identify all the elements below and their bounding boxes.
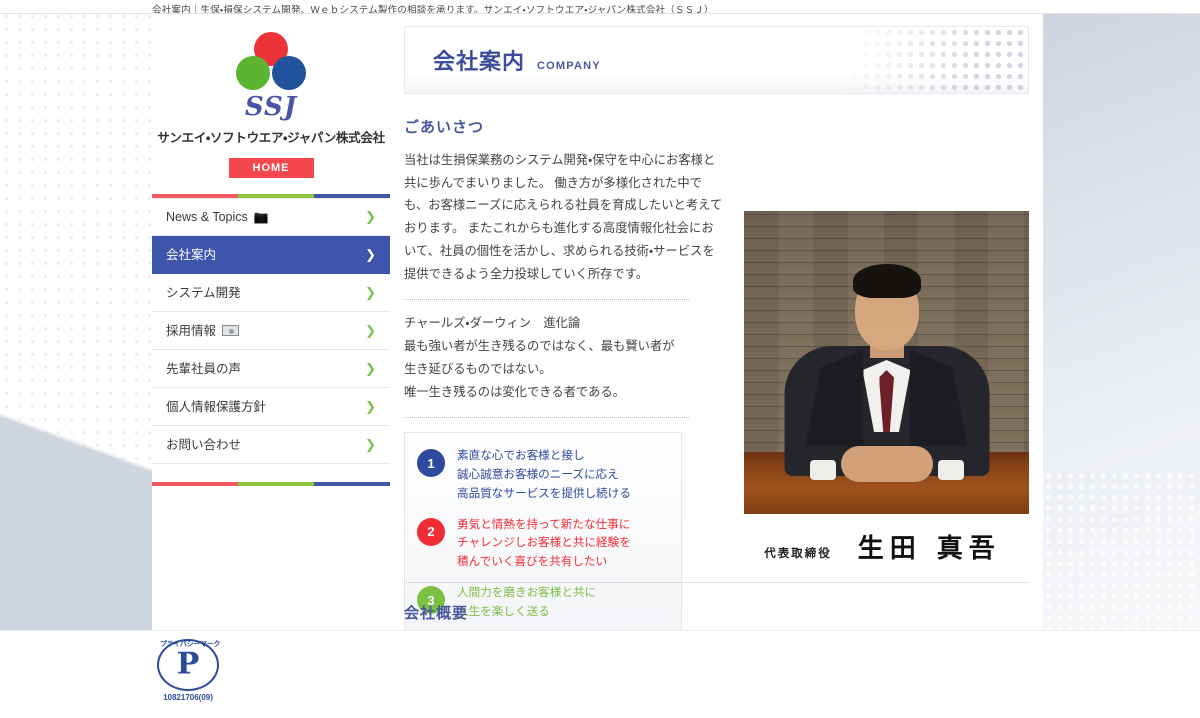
- sidebar-nav: News & Topics 📷 ❯ 会社案内 ❯ システム開発 ❯ 採用情報 ❯…: [152, 198, 390, 464]
- portrait-block: 代表取締役 生田 真吾: [744, 211, 1029, 565]
- creed-line: 素直な心でお客様と接し: [457, 449, 585, 463]
- privacy-mark-icon: プライバシーマーク: [157, 639, 221, 691]
- divider-dotted-top: [404, 299, 689, 301]
- logo-circle-green-icon: [236, 56, 270, 90]
- site-footer: プライバシーマーク 10821706(09) 当社は(財)日本情報処理開発協会か…: [0, 630, 1200, 718]
- sidebar-item-label: お問い合わせ: [166, 437, 242, 452]
- sidebar-item-label: システム開発: [166, 285, 241, 300]
- creed-line: 積んでいく喜びを共有したい: [457, 555, 608, 569]
- sidebar-item-label: 会社案内: [166, 247, 217, 262]
- company-name: サンエイ・ソフトウエア・ジャパン株式会社: [157, 131, 385, 145]
- privacy-mark-top-label: プライバシーマーク: [159, 641, 221, 648]
- creed-line: 誠心誠意お客様のニーズに応え: [457, 468, 619, 482]
- sidebar-item-company[interactable]: 会社案内 ❯: [152, 236, 390, 274]
- browser-title-text: 会社案内｜生保・損保システム開発、Ｗｅｂシステム製作の相談を承ります。サンエイ・…: [152, 5, 714, 14]
- sidebar-item-label: 個人情報保護方針: [166, 399, 267, 414]
- camera-icon: 📷: [253, 210, 269, 224]
- creed-text: 素直な心でお客様と接し 誠心誠意お客様のニーズに応え 高品質なサービスを提供し続…: [457, 447, 631, 503]
- sidebar-item-recruit[interactable]: 採用情報 ❯: [152, 312, 390, 350]
- page-title: 会社案内 COMPANY: [433, 44, 601, 76]
- logo-circles-icon: [234, 32, 308, 98]
- sidebar-item-contact[interactable]: お問い合わせ ❯: [152, 426, 390, 464]
- sidebar-item-label: 先輩社員の声: [166, 361, 242, 376]
- chevron-right-icon: ❯: [365, 398, 376, 414]
- greeting-paragraph: 当社は生損保業務のシステム開発・保守を中心にお客様と共に歩んでまいりました。 働…: [404, 153, 723, 281]
- portrait-photo: [744, 211, 1029, 514]
- sidebar-item-label: 採用情報: [166, 323, 217, 338]
- sidebar-item-label: News & Topics: [166, 210, 248, 224]
- privacy-mark-logo: プライバシーマーク 10821706(09): [155, 639, 221, 702]
- header-dot-pattern: [828, 27, 1028, 93]
- accent-bar-green-segment: [237, 482, 314, 486]
- creed-item: 2 勇気と情熱を持って新たな仕事に チャレンジしお客様と共に経験を 積んでいく喜…: [417, 516, 669, 572]
- page-root: 会社案内｜生保・損保システム開発、Ｗｅｂシステム製作の相談を承ります。サンエイ・…: [0, 0, 1200, 718]
- creed-text: 勇気と情熱を持って新たな仕事に チャレンジしお客様と共に経験を 積んでいく喜びを…: [457, 516, 631, 572]
- sidebar-item-system-development[interactable]: システム開発 ❯: [152, 274, 390, 312]
- creed-line: 人生を楽しく送る: [457, 604, 550, 618]
- creed-text: 人間力を磨きお客様と共に 人生を楽しく送る: [457, 584, 596, 622]
- greeting-heading: ごあいさつ: [404, 119, 485, 136]
- overview-heading: 会社概要: [404, 605, 469, 622]
- page-title-en: COMPANY: [537, 60, 601, 72]
- sidebar-item-employee-voices[interactable]: 先輩社員の声 ❯: [152, 350, 390, 388]
- divider-before-overview: [404, 582, 1029, 583]
- chevron-right-icon: ❯: [365, 284, 376, 300]
- signature-row: 代表取締役 生田 真吾: [744, 528, 1029, 565]
- background-dot-pattern-right: [1043, 470, 1200, 630]
- card-icon: [222, 325, 240, 336]
- sidebar-item-privacy-policy[interactable]: 個人情報保護方針 ❯: [152, 388, 390, 426]
- creed-panel: 1 素直な心でお客様と接し 誠心誠意お客様のニーズに応え 高品質なサービスを提供…: [404, 432, 682, 630]
- accent-bar-blue-segment: [313, 482, 390, 486]
- accent-bar-red-segment: [152, 482, 238, 486]
- photo-vignette: [744, 211, 1029, 514]
- creed-number-badge: 2: [417, 517, 445, 546]
- chevron-right-icon: ❯: [365, 436, 376, 452]
- site-logo[interactable]: SSJ サンエイ・ソフトウエア・ジャパン株式会社 HOME: [152, 14, 390, 178]
- creed-line: 勇気と情熱を持って新たな仕事に: [457, 517, 631, 531]
- browser-title-bar: 会社案内｜生保・損保システム開発、Ｗｅｂシステム製作の相談を承ります。サンエイ・…: [0, 0, 1200, 14]
- chevron-right-icon: ❯: [365, 322, 376, 338]
- chevron-right-icon: ❯: [365, 209, 376, 224]
- accent-bar-bottom: [152, 482, 390, 486]
- sidebar-item-news[interactable]: News & Topics 📷 ❯: [152, 198, 390, 236]
- greeting-block: 当社は生損保業務のシステム開発・保守を中心にお客様と共に歩んでまいりました。 働…: [404, 149, 724, 285]
- main-content: 会社案内 COMPANY ごあいさつ 当社は生損保業務のシステム開発・保守を中心…: [390, 14, 1043, 630]
- home-button[interactable]: HOME: [228, 158, 314, 178]
- creed-line: 高品質なサービスを提供し続ける: [457, 486, 631, 500]
- page-header-banner: 会社案内 COMPANY: [404, 26, 1029, 94]
- chevron-right-icon: ❯: [365, 246, 376, 262]
- background-wedge-left: [0, 205, 160, 630]
- creed-number-badge: 1: [417, 449, 445, 478]
- signature-name: 生田 真吾: [857, 534, 1001, 564]
- creed-line: チャレンジしお客様と共に経験を: [457, 536, 631, 550]
- site-shell: SSJ サンエイ・ソフトウエア・ジャパン株式会社 HOME News & Top…: [152, 14, 1043, 630]
- creed-line: 人間力を磨きお客様と共に: [457, 586, 597, 600]
- divider-dotted-bottom: [404, 417, 689, 419]
- page-title-ja: 会社案内: [433, 49, 526, 74]
- privacy-mark-number: 10821706(09): [163, 693, 213, 702]
- logo-circle-blue-icon: [272, 56, 306, 90]
- content-body: 当社は生損保業務のシステム開発・保守を中心にお客様と共に歩んでまいりました。 働…: [390, 149, 1043, 630]
- chevron-right-icon: ❯: [365, 360, 376, 376]
- creed-item: 1 素直な心でお客様と接し 誠心誠意お客様のニーズに応え 高品質なサービスを提供…: [417, 447, 669, 503]
- sidebar: SSJ サンエイ・ソフトウエア・ジャパン株式会社 HOME News & Top…: [152, 14, 390, 630]
- signature-title: 代表取締役: [764, 548, 832, 560]
